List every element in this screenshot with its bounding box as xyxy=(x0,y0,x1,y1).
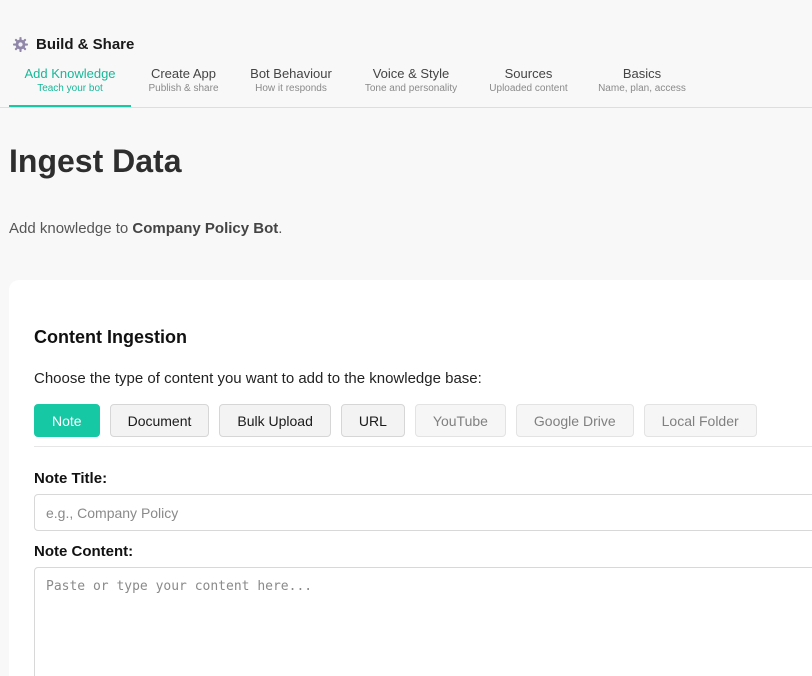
brand-title: Build & Share xyxy=(36,36,135,53)
app-header: Build & Share Add Knowledge Teach your b… xyxy=(0,0,812,108)
tab-bot-behaviour[interactable]: Bot Behaviour How it responds xyxy=(236,62,346,107)
tab-basics[interactable]: Basics Name, plan, access xyxy=(581,62,703,107)
tab-add-knowledge[interactable]: Add Knowledge Teach your bot xyxy=(9,62,131,107)
page-title: Ingest Data xyxy=(9,143,182,179)
divider xyxy=(34,446,812,447)
type-youtube-button[interactable]: YouTube xyxy=(414,404,506,437)
card-title: Content Ingestion xyxy=(34,327,187,347)
tab-subtitle: Teach your bot xyxy=(37,83,103,94)
type-google-drive-button[interactable]: Google Drive xyxy=(515,404,634,437)
note-content-label: Note Content: xyxy=(34,543,134,560)
tab-label: Bot Behaviour xyxy=(250,66,332,81)
note-title-input[interactable] xyxy=(34,494,812,531)
brand: Build & Share xyxy=(12,36,134,53)
note-title-label: Note Title: xyxy=(34,470,108,487)
card-description: Choose the type of content you want to a… xyxy=(34,370,482,387)
type-bulk-upload-button[interactable]: Bulk Upload xyxy=(219,404,331,437)
tab-label: Add Knowledge xyxy=(24,66,116,81)
tab-voice-style[interactable]: Voice & Style Tone and personality xyxy=(346,62,476,107)
intro-suffix: . xyxy=(278,220,283,237)
tab-subtitle: Tone and personality xyxy=(364,83,458,94)
tab-label: Create App xyxy=(150,66,217,81)
tab-subtitle: Uploaded content xyxy=(489,83,568,94)
tab-label: Basics xyxy=(622,66,662,81)
intro-prefix: Add knowledge to xyxy=(9,220,133,237)
tab-subtitle: How it responds xyxy=(255,83,327,94)
intro-text: Add knowledge to Company Policy Bot. xyxy=(9,220,282,237)
type-url-button[interactable]: URL xyxy=(340,404,405,437)
tab-subtitle: Publish & share xyxy=(148,83,219,94)
gear-icon xyxy=(13,37,28,52)
type-note-button[interactable]: Note xyxy=(34,404,100,437)
tab-label: Voice & Style xyxy=(372,66,450,81)
note-content-textarea[interactable] xyxy=(34,567,812,676)
nav-tabs: Add Knowledge Teach your bot Create App … xyxy=(9,62,703,107)
bot-name: Company Policy Bot xyxy=(132,220,279,237)
content-ingestion-card: Content Ingestion Choose the type of con… xyxy=(9,280,812,676)
tab-subtitle: Name, plan, access xyxy=(598,83,686,94)
type-document-button[interactable]: Document xyxy=(109,404,210,437)
type-local-folder-button[interactable]: Local Folder xyxy=(643,404,757,437)
tab-create-app[interactable]: Create App Publish & share xyxy=(131,62,236,107)
content-type-selector: Note Document Bulk Upload URL YouTube Go… xyxy=(34,404,757,437)
tab-sources[interactable]: Sources Uploaded content xyxy=(476,62,581,107)
tab-label: Sources xyxy=(504,66,553,81)
